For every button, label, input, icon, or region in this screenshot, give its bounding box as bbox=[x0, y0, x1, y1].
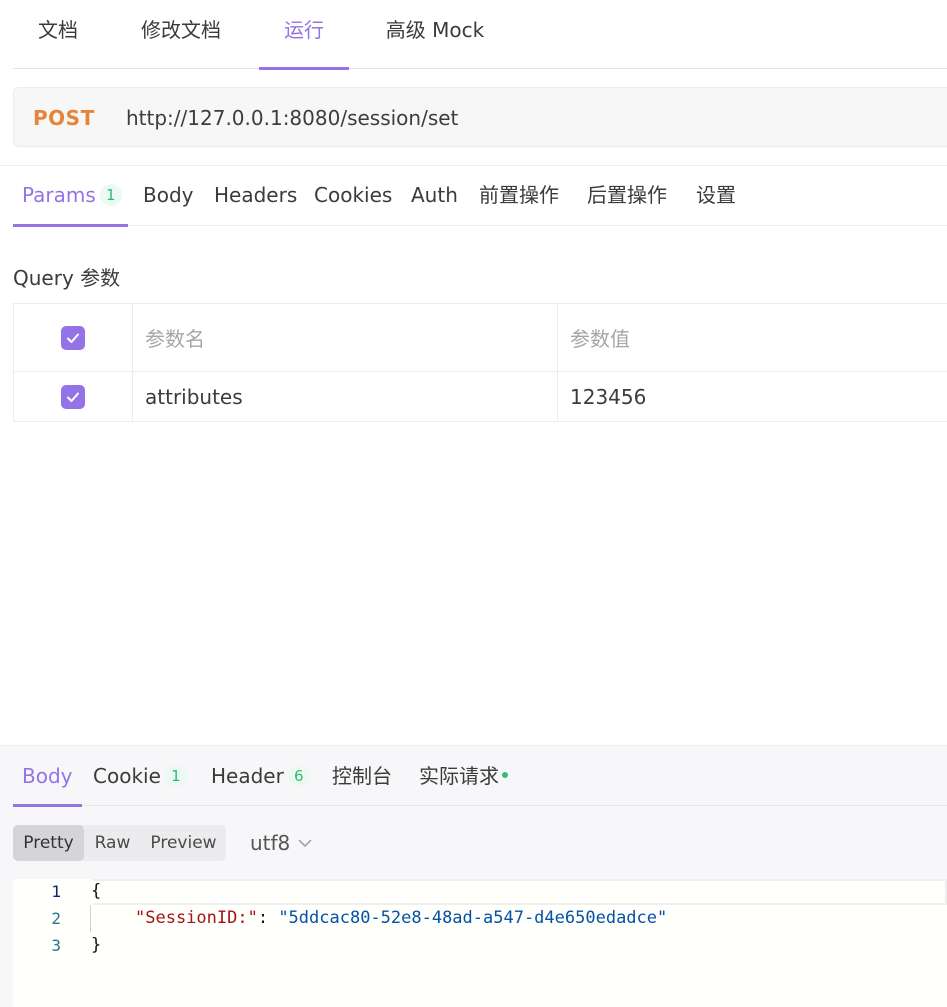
code-line: } bbox=[91, 935, 102, 955]
tab-params-label: Params bbox=[22, 183, 96, 207]
http-method-select[interactable]: POST bbox=[33, 88, 95, 148]
param-tab-bar: Params 1 Body Headers Cookies Auth 前置操作 后… bbox=[13, 166, 947, 227]
tab-body[interactable]: Body bbox=[143, 166, 194, 226]
response-tab-cookie-label: Cookie bbox=[93, 764, 161, 788]
tab-run[interactable]: 运行 bbox=[259, 0, 349, 70]
json-key: "SessionID:" bbox=[135, 908, 258, 928]
response-tab-actual-request[interactable]: 实际请求 bbox=[419, 746, 508, 806]
view-mode-toggle: Pretty Raw Preview bbox=[13, 825, 226, 861]
response-tab-actual-request-label: 实际请求 bbox=[419, 764, 499, 788]
status-dot bbox=[502, 772, 508, 778]
param-value-header: 参数值 bbox=[570, 327, 630, 351]
check-icon bbox=[67, 333, 79, 343]
encoding-value: utf8 bbox=[250, 831, 291, 855]
response-tab-cookie[interactable]: Cookie 1 bbox=[93, 746, 187, 806]
tab-headers[interactable]: Headers bbox=[214, 166, 297, 226]
json-value: "5ddcac80-52e8-48ad-a547-d4e650edadce" bbox=[278, 908, 668, 928]
param-name-input[interactable]: attributes bbox=[133, 372, 558, 422]
preview-button[interactable]: Preview bbox=[141, 825, 226, 861]
response-tab-header[interactable]: Header 6 bbox=[211, 746, 310, 806]
row-checkbox[interactable] bbox=[61, 385, 85, 409]
params-count-badge: 1 bbox=[99, 184, 122, 206]
response-tab-header-label: Header bbox=[211, 764, 284, 788]
response-tab-bar: Body Cookie 1 Header 6 控制台 实际请求 bbox=[13, 746, 947, 807]
pretty-button[interactable]: Pretty bbox=[13, 825, 84, 861]
response-code-editor[interactable]: 1 { 2 "SessionID:": "5ddcac80-52e8-48ad-… bbox=[13, 879, 947, 1007]
tab-settings[interactable]: 设置 bbox=[696, 166, 736, 226]
encoding-select[interactable]: utf8 bbox=[250, 825, 312, 861]
tab-edit-docs[interactable]: 修改文档 bbox=[138, 0, 224, 69]
line-number: 1 bbox=[51, 882, 61, 901]
check-icon bbox=[67, 392, 79, 402]
tab-post-request[interactable]: 后置操作 bbox=[587, 166, 667, 226]
tab-params[interactable]: Params 1 bbox=[13, 166, 128, 227]
code-line: { bbox=[91, 881, 102, 901]
select-all-cell bbox=[14, 304, 133, 371]
tab-cookies[interactable]: Cookies bbox=[314, 166, 392, 226]
table-row: attributes 123456 bbox=[14, 372, 947, 422]
response-tab-body[interactable]: Body bbox=[13, 746, 82, 807]
code-line: "SessionID:": "5ddcac80-52e8-48ad-a547-d… bbox=[135, 908, 667, 928]
cookie-count-badge: 1 bbox=[164, 765, 187, 787]
tab-auth[interactable]: Auth bbox=[411, 166, 458, 226]
url-input[interactable]: http://127.0.0.1:8080/session/set bbox=[126, 88, 458, 148]
table-header-row: 参数名 参数值 bbox=[14, 304, 947, 372]
param-name-header: 参数名 bbox=[133, 304, 558, 371]
top-tab-bar: 文档 修改文档 运行 高级 Mock bbox=[13, 0, 947, 70]
current-line-highlight bbox=[93, 879, 947, 905]
header-count-badge: 6 bbox=[287, 765, 310, 787]
line-number: 3 bbox=[51, 936, 61, 955]
line-number: 2 bbox=[51, 909, 61, 928]
raw-button[interactable]: Raw bbox=[84, 825, 141, 861]
json-separator: : bbox=[257, 908, 279, 928]
row-check-cell bbox=[14, 372, 133, 422]
chevron-down-icon bbox=[298, 839, 312, 848]
param-value-input[interactable]: 123456 bbox=[558, 372, 947, 422]
tab-advanced-mock[interactable]: 高级 Mock bbox=[384, 0, 486, 69]
response-tab-console[interactable]: 控制台 bbox=[332, 746, 392, 806]
query-params-label: Query 参数 bbox=[13, 266, 121, 290]
query-params-table: 参数名 参数值 attributes 123456 bbox=[13, 303, 947, 422]
tab-pre-request[interactable]: 前置操作 bbox=[479, 166, 559, 226]
indent-guide bbox=[90, 905, 91, 932]
request-bar: POST http://127.0.0.1:8080/session/set bbox=[13, 87, 947, 147]
select-all-checkbox[interactable] bbox=[61, 325, 85, 350]
tab-docs[interactable]: 文档 bbox=[37, 0, 79, 69]
